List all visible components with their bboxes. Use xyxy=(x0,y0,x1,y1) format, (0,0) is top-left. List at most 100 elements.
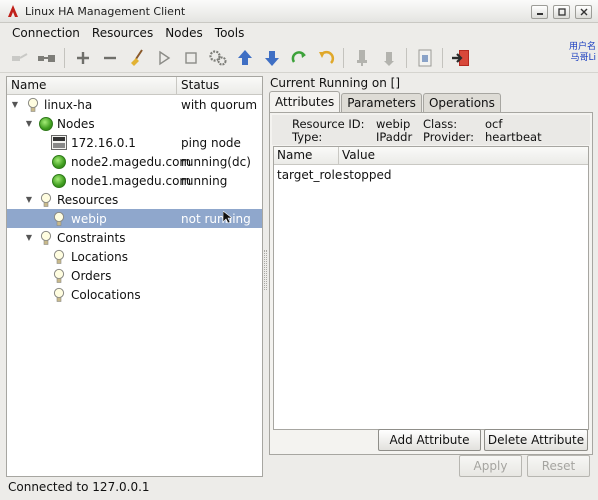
resource-id-label: Resource ID: xyxy=(292,117,365,131)
connect-icon[interactable] xyxy=(6,45,33,71)
tree-label: Resources xyxy=(57,192,119,207)
exit-icon[interactable] xyxy=(447,45,474,71)
expand-arrow-icon[interactable]: ▼ xyxy=(24,233,34,243)
lightbulb-icon xyxy=(51,249,67,265)
add-attribute-button[interactable]: Add Attribute xyxy=(378,429,481,451)
type-label: Type: xyxy=(292,130,323,144)
delete-attribute-button[interactable]: Delete Attribute xyxy=(484,429,588,451)
move-up-icon[interactable] xyxy=(231,45,258,71)
class-label: Class: xyxy=(423,117,458,131)
app-window: Linux HA Management Client Connection Re… xyxy=(0,0,598,500)
tree-row-nodes[interactable]: ▼ Nodes xyxy=(7,114,262,133)
type-value: IPaddr xyxy=(376,130,413,144)
status-green-icon xyxy=(51,154,67,170)
tree-status: ping node xyxy=(181,135,241,150)
toolbar-separator xyxy=(343,48,344,68)
lightbulb-icon xyxy=(25,97,41,113)
lightbulb-icon xyxy=(38,192,54,208)
stop-icon[interactable] xyxy=(177,45,204,71)
tree-header: Name Status xyxy=(7,77,262,95)
toolbar-separator xyxy=(64,48,65,68)
expand-arrow-icon[interactable]: ▼ xyxy=(24,119,34,129)
column-header-attr-value[interactable]: Value xyxy=(339,147,375,164)
menu-tools[interactable]: Tools xyxy=(209,26,251,40)
disconnect-icon[interactable] xyxy=(33,45,60,71)
tree-row-linux-ha[interactable]: ▼ linux-ha with quorum xyxy=(7,95,262,114)
add-icon[interactable] xyxy=(69,45,96,71)
resource-id-value: webip xyxy=(376,117,411,131)
tree-row-orders[interactable]: Orders xyxy=(7,266,262,285)
tab-parameters[interactable]: Parameters xyxy=(341,93,422,113)
expand-arrow-icon[interactable]: ▼ xyxy=(10,100,20,110)
tree-row-webip[interactable]: webip not running xyxy=(7,209,262,228)
tree-status: running(dc) xyxy=(181,154,251,169)
tree-label: webip xyxy=(71,211,107,226)
overlay-line-2: 马哥Li xyxy=(570,53,596,63)
close-icon[interactable] xyxy=(575,5,592,19)
toolbar xyxy=(0,44,598,73)
tab-bar: Attributes Parameters Operations xyxy=(269,91,502,113)
manage-gears-icon[interactable] xyxy=(204,45,231,71)
tab-operations[interactable]: Operations xyxy=(422,93,501,113)
tree-label: linux-ha xyxy=(44,97,93,112)
cleanup-broom-icon[interactable] xyxy=(123,45,150,71)
resource-info: Resource ID: webip Class: ocf Type: IPad… xyxy=(272,115,590,145)
toolbar-separator xyxy=(406,48,407,68)
refresh-icon[interactable] xyxy=(285,45,312,71)
mouse-cursor-icon xyxy=(222,210,233,227)
app-logo-icon xyxy=(6,4,20,18)
standby-icon[interactable] xyxy=(348,45,375,71)
tree-status: with quorum xyxy=(181,97,258,112)
menu-bar: Connection Resources Nodes Tools xyxy=(0,23,598,42)
toolbar-separator xyxy=(442,48,443,68)
attributes-table-header: Name Value xyxy=(274,147,588,165)
view-xml-icon[interactable] xyxy=(411,45,438,71)
menu-nodes[interactable]: Nodes xyxy=(159,26,209,40)
apply-button[interactable]: Apply xyxy=(459,455,522,477)
expand-arrow-icon[interactable]: ▼ xyxy=(24,195,34,205)
status-green-icon xyxy=(51,173,67,189)
tree-row-node1[interactable]: node1.magedu.com running xyxy=(7,171,262,190)
table-row[interactable]: target_role stopped xyxy=(274,165,588,184)
column-header-status[interactable]: Status xyxy=(177,77,219,94)
pane-splitter-handle[interactable] xyxy=(264,250,267,290)
tree-row-resources[interactable]: ▼ Resources xyxy=(7,190,262,209)
tree-label: 172.16.0.1 xyxy=(71,135,136,150)
undo-icon[interactable] xyxy=(312,45,339,71)
attr-name-cell: target_role xyxy=(277,167,343,182)
status-bar-text: Connected to 127.0.0.1 xyxy=(8,480,150,494)
tab-attributes[interactable]: Attributes xyxy=(269,91,341,113)
current-running-label: Current Running on [] xyxy=(270,76,400,90)
tree-label: Constraints xyxy=(57,230,126,245)
tree-status: not running xyxy=(181,211,251,226)
provider-value: heartbeat xyxy=(485,130,542,144)
title-bar: Linux HA Management Client xyxy=(0,0,598,23)
remove-icon[interactable] xyxy=(96,45,123,71)
overlay-line-1: 用户名 xyxy=(568,42,596,52)
column-header-attr-name[interactable]: Name xyxy=(274,147,339,164)
column-header-name[interactable]: Name xyxy=(7,77,177,94)
attr-value-cell: stopped xyxy=(343,167,392,182)
start-icon[interactable] xyxy=(150,45,177,71)
maximize-icon[interactable] xyxy=(553,5,570,19)
ping-node-icon xyxy=(51,135,67,151)
active-icon[interactable] xyxy=(375,45,402,71)
minimize-icon[interactable] xyxy=(531,5,548,19)
tree-row-locations[interactable]: Locations xyxy=(7,247,262,266)
tree-label: Locations xyxy=(71,249,129,264)
status-green-icon xyxy=(38,116,54,132)
reset-button[interactable]: Reset xyxy=(527,455,590,477)
tree-label: Orders xyxy=(71,268,112,283)
menu-resources[interactable]: Resources xyxy=(86,26,159,40)
lightbulb-icon xyxy=(51,268,67,284)
tree-label: node2.magedu.com xyxy=(71,154,192,169)
window-controls xyxy=(531,5,592,19)
tree-row-ping-node[interactable]: 172.16.0.1 ping node xyxy=(7,133,262,152)
menu-connection[interactable]: Connection xyxy=(0,26,86,40)
tree-row-colocations[interactable]: Colocations xyxy=(7,285,262,304)
cluster-tree: Name Status ▼ linux-ha with quorum ▼ Nod… xyxy=(6,76,263,477)
tree-row-constraints[interactable]: ▼ Constraints xyxy=(7,228,262,247)
tree-row-node2[interactable]: node2.magedu.com running(dc) xyxy=(7,152,262,171)
move-down-icon[interactable] xyxy=(258,45,285,71)
tree-label: Nodes xyxy=(57,116,95,131)
